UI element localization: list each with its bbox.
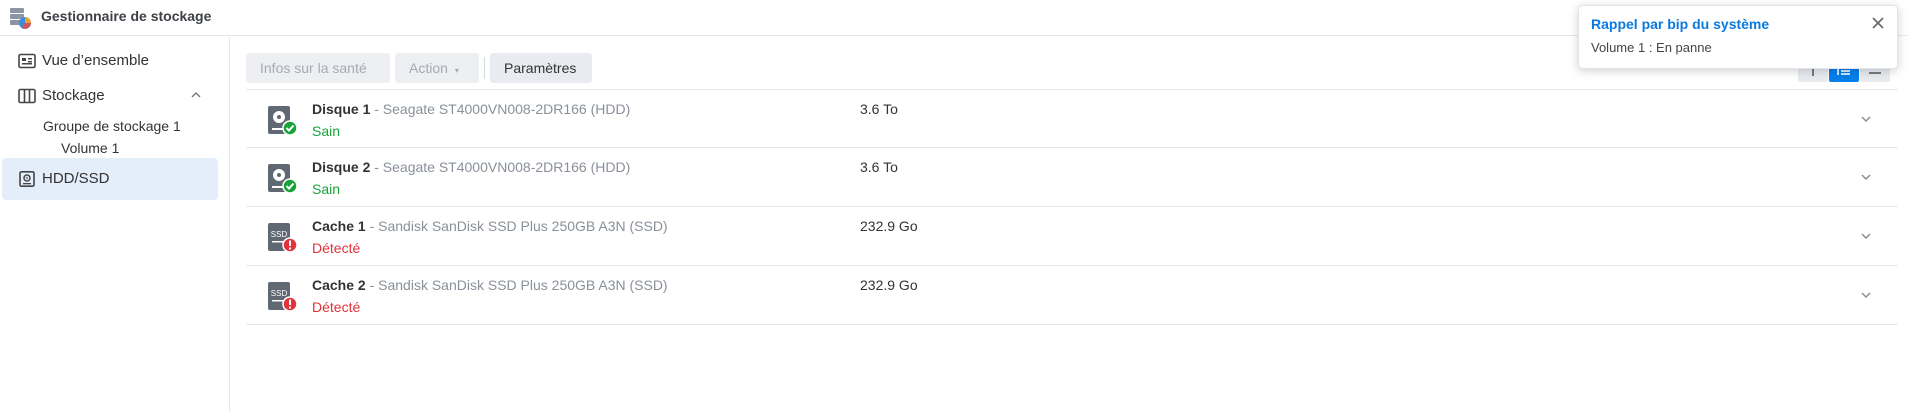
sidebar-item-hdd-ssd[interactable]: HDD/SSD	[2, 158, 218, 200]
chevron-down-icon[interactable]	[1860, 172, 1872, 182]
list-item[interactable]: Disque 1 - Seagate ST4000VN008-2DR166 (H…	[246, 89, 1898, 148]
disk-name: Cache 2 - Sandisk SanDisk SSD Plus 250GB…	[312, 277, 668, 293]
sidebar-item-label: HDD/SSD	[42, 170, 110, 187]
storage-icon	[18, 88, 36, 104]
notification-body: Volume 1 : En panne	[1591, 40, 1712, 55]
disk-label: Cache 1	[312, 218, 366, 234]
sidebar-item-label: Stockage	[42, 87, 105, 104]
status-badge: Détecté	[312, 240, 361, 256]
notification-toast[interactable]: Rappel par bip du système Volume 1 : En …	[1578, 5, 1898, 69]
action-button[interactable]: Action ▾	[395, 53, 479, 83]
ssd-badge-text: SSD	[271, 230, 288, 239]
ssd-badge-text: SSD	[271, 289, 288, 298]
chevron-down-icon[interactable]	[1860, 290, 1872, 300]
disk-label: Disque 1	[312, 101, 371, 117]
sidebar-item-storage-pool[interactable]: Groupe de stockage 1	[43, 118, 181, 134]
disk-label: Disque 2	[312, 159, 371, 175]
disk-capacity: 3.6 To	[860, 101, 898, 117]
hdd-icon	[19, 171, 35, 187]
disk-model: - Seagate ST4000VN008-2DR166 (HDD)	[370, 101, 631, 117]
sidebar-item-label: Vue d’ensemble	[42, 52, 150, 69]
app-title: Gestionnaire de stockage	[41, 8, 212, 24]
disk-label: Cache 2	[312, 277, 366, 293]
storage-manager-icon	[10, 8, 31, 29]
list-item[interactable]: SSD Cache 2 - Sandisk SanDisk SSD Plus 2…	[246, 266, 1898, 325]
disk-name: Cache 1 - Sandisk SanDisk SSD Plus 250GB…	[312, 218, 668, 234]
notification-title: Rappel par bip du système	[1591, 16, 1770, 32]
disk-model: - Seagate ST4000VN008-2DR166 (HDD)	[370, 159, 631, 175]
ssd-warning-icon: SSD	[268, 282, 298, 312]
sidebar: Vue d’ensemble Stockage Groupe de stocka…	[0, 37, 230, 412]
sidebar-item-volume[interactable]: Volume 1	[61, 140, 119, 156]
disk-model: - Sandisk SanDisk SSD Plus 250GB A3N (SS…	[365, 277, 668, 293]
disk-name: Disque 2 - Seagate ST4000VN008-2DR166 (H…	[312, 159, 630, 175]
list-item[interactable]: Disque 2 - Seagate ST4000VN008-2DR166 (H…	[246, 148, 1898, 207]
disk-capacity: 232.9 Go	[860, 277, 918, 293]
hdd-healthy-icon	[268, 106, 298, 136]
status-badge: Sain	[312, 123, 341, 139]
hdd-healthy-icon	[268, 164, 298, 194]
status-badge: Sain	[312, 181, 341, 197]
health-info-button[interactable]: Infos sur la santé	[246, 53, 390, 83]
settings-button[interactable]: Paramètres	[490, 53, 592, 83]
status-badge: Détecté	[312, 299, 361, 315]
chevron-up-icon[interactable]	[190, 89, 202, 101]
close-icon[interactable]	[1871, 16, 1885, 30]
toolbar-divider	[484, 57, 485, 79]
dropdown-arrow-icon: ▾	[454, 66, 459, 75]
disk-model: - Sandisk SanDisk SSD Plus 250GB A3N (SS…	[365, 218, 668, 234]
sidebar-item-storage[interactable]: Stockage	[2, 75, 218, 117]
overview-icon	[18, 53, 36, 69]
chevron-down-icon[interactable]	[1860, 114, 1872, 124]
list-item[interactable]: SSD Cache 1 - Sandisk SanDisk SSD Plus 2…	[246, 207, 1898, 266]
disk-capacity: 232.9 Go	[860, 218, 918, 234]
action-button-label: Action	[409, 60, 448, 76]
chevron-down-icon[interactable]	[1860, 231, 1872, 241]
disk-capacity: 3.6 To	[860, 159, 898, 175]
ssd-warning-icon: SSD	[268, 223, 298, 253]
disk-name: Disque 1 - Seagate ST4000VN008-2DR166 (H…	[312, 101, 630, 117]
